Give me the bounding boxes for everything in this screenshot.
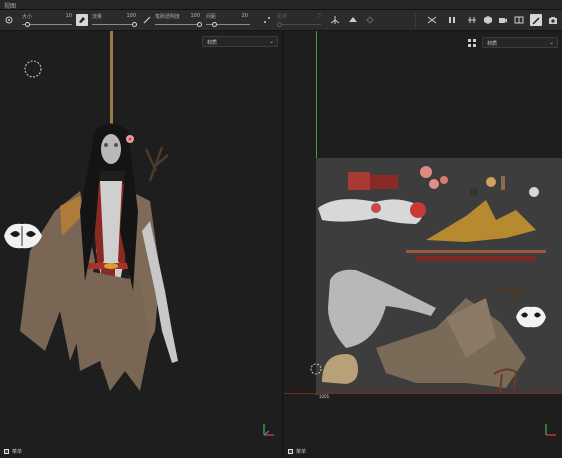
distance-slider-knob xyxy=(276,22,282,27)
flow-slider[interactable] xyxy=(92,24,134,25)
chevron-down-icon: ⌄ xyxy=(548,39,554,46)
opacity-value[interactable]: 100 xyxy=(184,13,200,19)
distance-label: 距离 xyxy=(277,14,288,20)
flow-value[interactable]: 100 xyxy=(120,13,136,19)
distance-slider xyxy=(277,24,321,25)
lazy-mouse-icon[interactable] xyxy=(261,14,273,26)
opacity-label: 笔刷透明度 xyxy=(155,14,181,20)
brush-settings-icon[interactable] xyxy=(3,14,15,26)
spacing-value[interactable]: 20 xyxy=(232,13,248,19)
screenshot-icon[interactable] xyxy=(547,14,559,26)
layout-icon[interactable] xyxy=(513,14,525,26)
size-value[interactable]: 10 xyxy=(56,13,72,19)
channel-dropdown-2d[interactable]: 材质 ⌄ xyxy=(482,37,558,48)
distance-value: 5 xyxy=(317,13,321,19)
size-slider-knob[interactable] xyxy=(24,22,30,27)
viewport-2d-menu-label: 菜单 xyxy=(296,449,307,455)
window-titlebar: 视图 xyxy=(0,0,562,10)
menu-toggle-icon[interactable] xyxy=(4,449,9,454)
spacing-label: 间距 xyxy=(206,14,217,20)
opacity-slider-knob[interactable] xyxy=(196,22,202,27)
paint-brush-icon[interactable] xyxy=(530,14,542,26)
viewport-3d[interactable]: 材质 ⌄ 菜单 xyxy=(0,31,283,458)
flow-slider-knob[interactable] xyxy=(131,22,137,27)
window-title: 视图 xyxy=(4,3,17,10)
tool-properties-bar: 大小 10 流量 100 笔刷透明度 100 间距 20 距离 5 xyxy=(0,10,562,31)
brush-icon[interactable] xyxy=(141,14,153,26)
mask-decal xyxy=(4,223,42,249)
stylize-icon[interactable] xyxy=(426,14,438,26)
channel-dropdown-value: 材质 xyxy=(487,41,498,47)
viewport-3d-menu-label: 菜单 xyxy=(12,449,23,455)
camera-video-icon[interactable] xyxy=(497,14,509,26)
connect-icon[interactable] xyxy=(364,14,376,26)
size-label: 大小 xyxy=(22,14,33,20)
menu-toggle-icon[interactable] xyxy=(288,449,293,454)
eraser-icon[interactable] xyxy=(76,14,88,26)
axis-gizmo xyxy=(263,424,274,436)
flow-label: 流量 xyxy=(92,14,103,20)
split-view-icon[interactable] xyxy=(466,14,478,26)
symmetry-icon[interactable] xyxy=(329,14,341,26)
uv-texture-sheet[interactable]: 1001 xyxy=(316,158,562,399)
size-slider[interactable] xyxy=(22,24,72,25)
viewport-2d[interactable]: 材质 ⌄ 1001 菜单 xyxy=(284,31,562,458)
stencil-icon[interactable] xyxy=(347,14,359,26)
viewport-2d-footer[interactable]: 菜单 xyxy=(288,448,306,455)
pause-icon[interactable] xyxy=(446,14,458,26)
brush-cursor-icon xyxy=(310,363,322,375)
uv-settings-icon[interactable] xyxy=(466,37,478,49)
uv-tile-label: 1001 xyxy=(318,394,331,399)
spacing-slider-knob[interactable] xyxy=(212,22,218,27)
uv-mask-island xyxy=(516,306,546,328)
viewport-3d-footer[interactable]: 菜单 xyxy=(4,448,22,455)
display-icon[interactable] xyxy=(482,14,494,26)
axis-gizmo xyxy=(545,424,556,436)
opacity-slider[interactable] xyxy=(155,24,199,25)
